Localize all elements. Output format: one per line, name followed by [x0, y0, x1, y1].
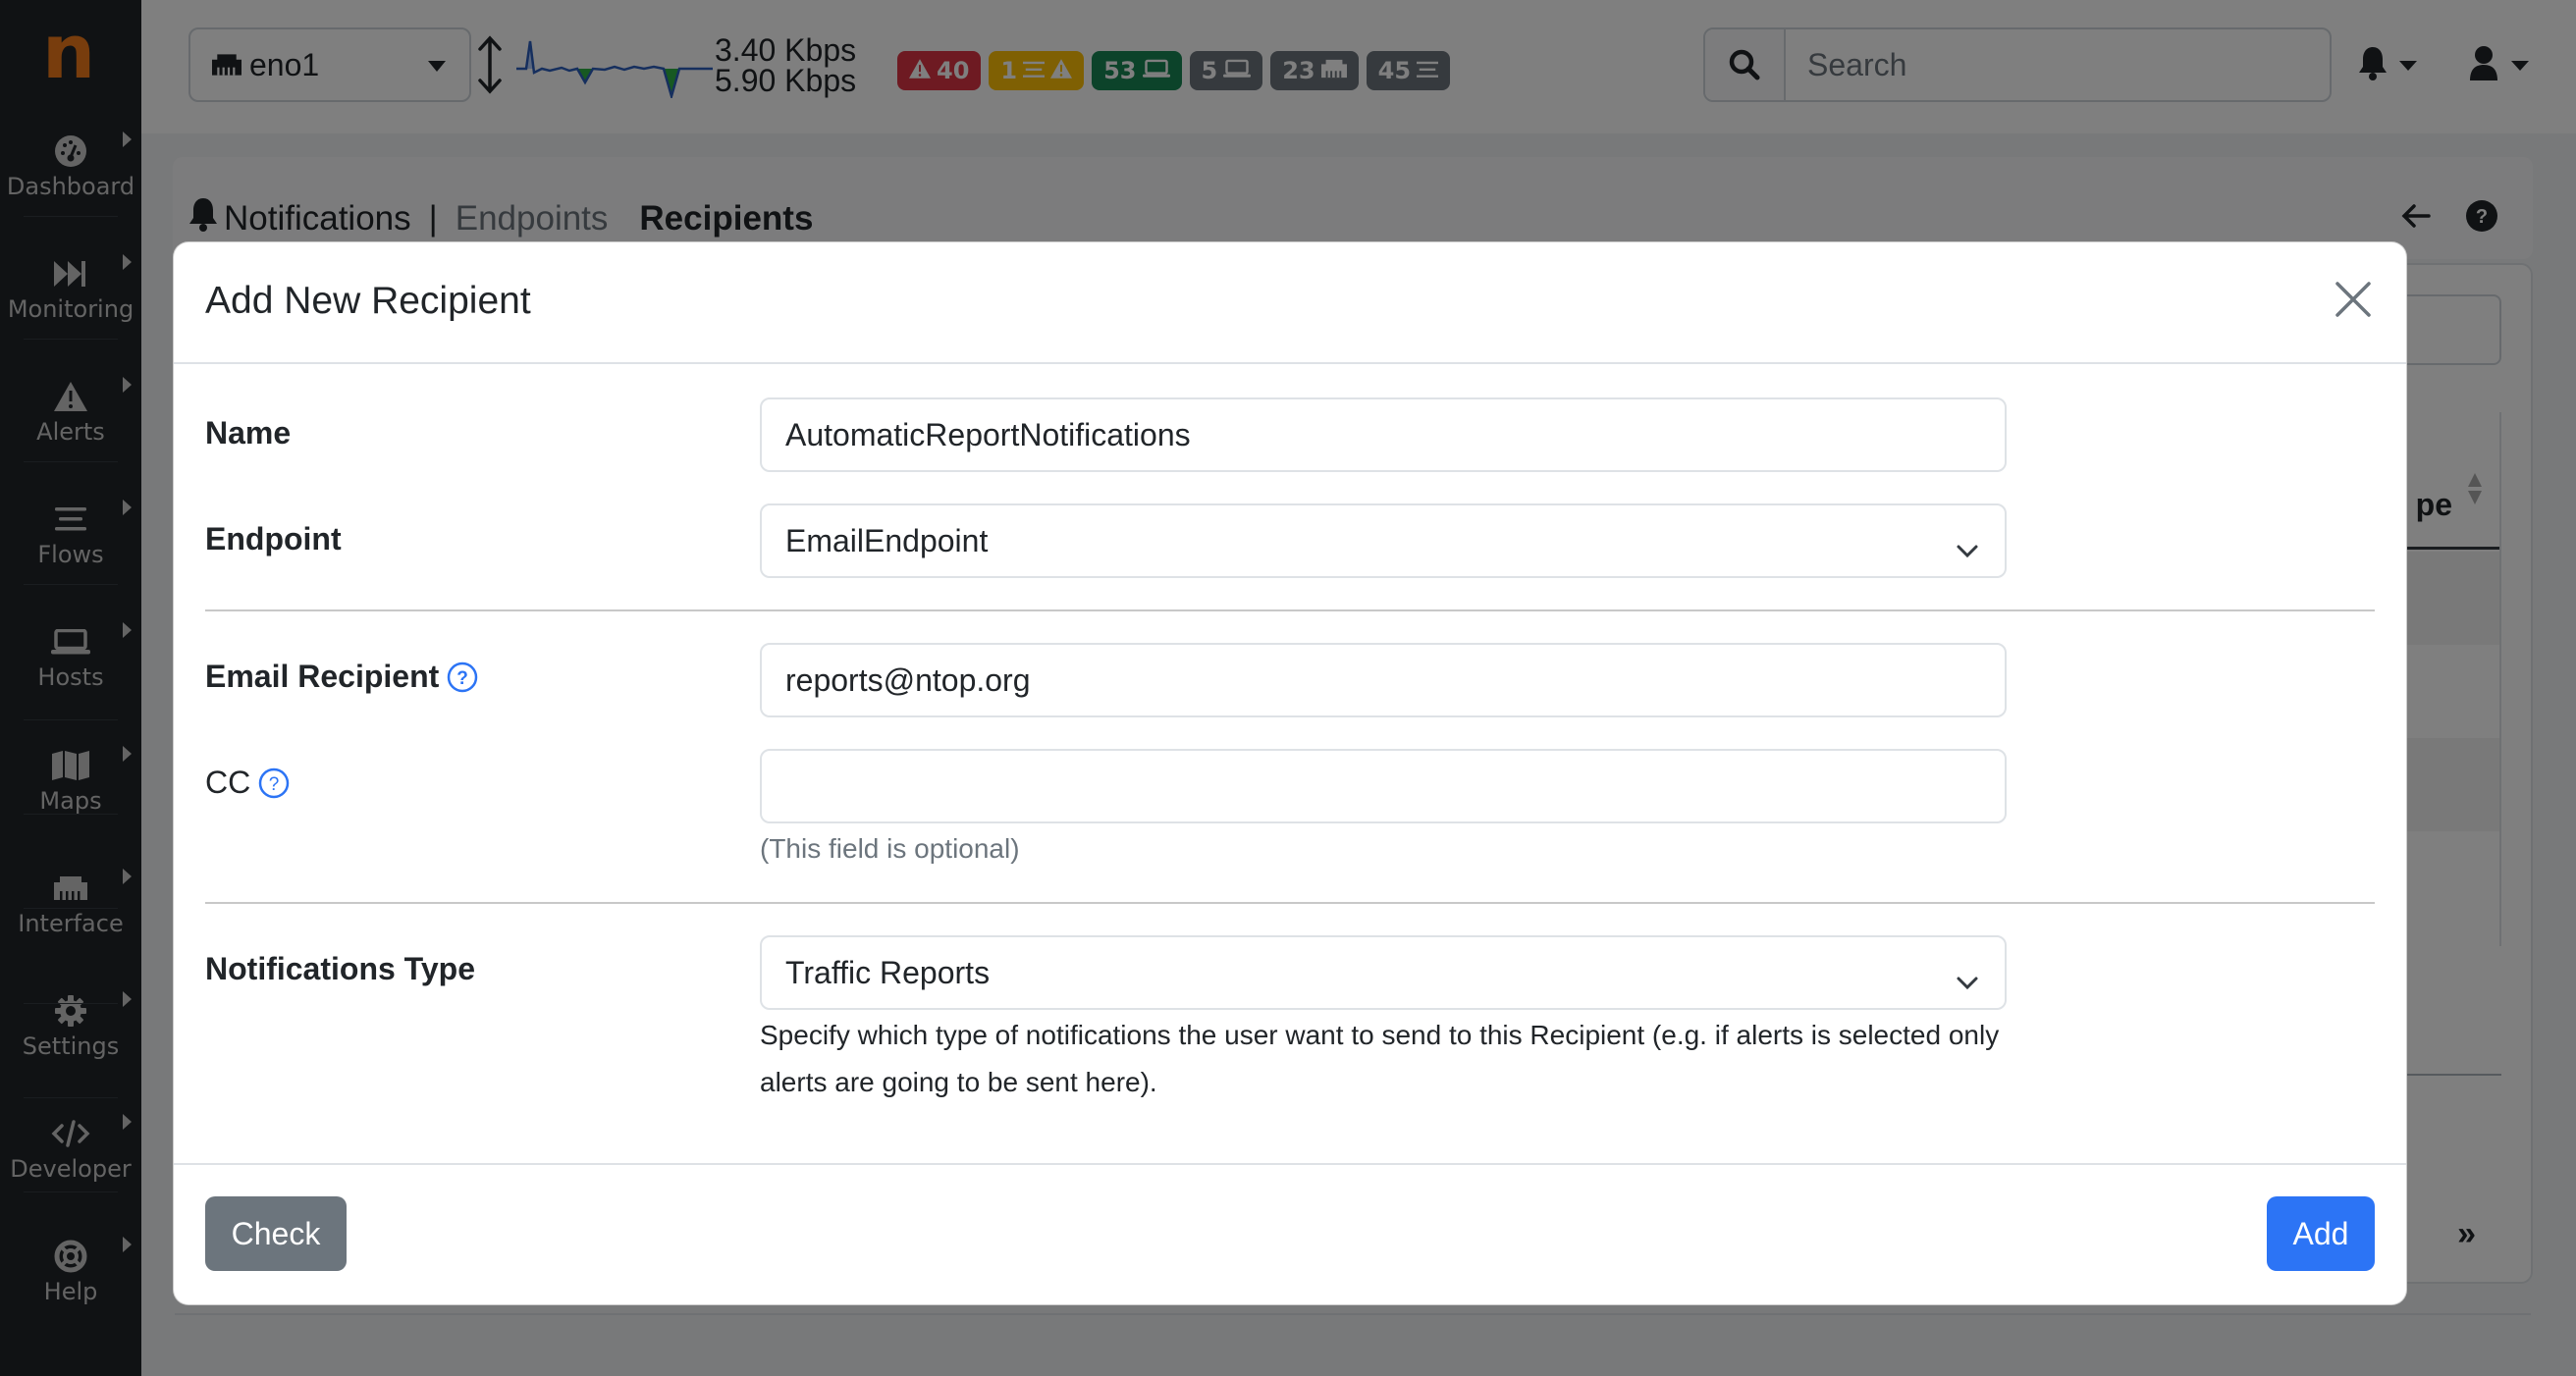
notifications-type-help: Specify which type of notifications the …: [760, 1020, 2000, 1097]
svg-text:?: ?: [456, 668, 468, 689]
chevron-down-icon: [1956, 531, 1979, 567]
email-recipient-input[interactable]: [785, 662, 1981, 699]
question-circle-icon[interactable]: ?: [447, 662, 478, 693]
name-field[interactable]: [760, 397, 2007, 472]
cc-label: CC ?: [205, 765, 290, 801]
cc-input[interactable]: [785, 767, 1981, 805]
close-button[interactable]: [2330, 276, 2377, 323]
email-recipient-label: Email Recipient ?: [205, 659, 478, 695]
endpoint-label-text: Endpoint: [205, 521, 342, 556]
endpoint-select[interactable]: EmailEndpoint: [760, 503, 2007, 578]
close-icon: [2335, 282, 2371, 317]
email-recipient-label-text: Email Recipient: [205, 659, 440, 694]
notifications-type-label: Notifications Type: [205, 951, 475, 987]
name-input[interactable]: [785, 416, 1981, 453]
name-label-text: Name: [205, 415, 292, 450]
notifications-type-label-text: Notifications Type: [205, 951, 475, 986]
cc-field[interactable]: [760, 749, 2007, 823]
modal-header: Add New Recipient: [174, 242, 2406, 364]
check-button[interactable]: Check: [205, 1196, 347, 1271]
chevron-down-icon: [1956, 963, 1979, 999]
add-button[interactable]: Add: [2267, 1196, 2375, 1271]
question-circle-icon[interactable]: ?: [258, 767, 290, 799]
notifications-type-select[interactable]: Traffic Reports: [760, 935, 2007, 1010]
section-divider: [205, 609, 2375, 611]
modal-title: Add New Recipient: [205, 280, 531, 322]
cc-optional-hint: (This field is optional): [760, 833, 1020, 864]
section-divider: [205, 902, 2375, 904]
notifications-type-selected-value: Traffic Reports: [785, 954, 991, 990]
modal-footer: Check Add: [174, 1163, 2406, 1304]
add-recipient-modal: Add New Recipient Name Endpoint EmailEnd…: [173, 241, 2407, 1305]
cc-label-text: CC: [205, 765, 251, 800]
email-recipient-field[interactable]: [760, 643, 2007, 717]
endpoint-selected-value: EmailEndpoint: [785, 522, 989, 558]
endpoint-label: Endpoint: [205, 521, 342, 557]
svg-text:?: ?: [269, 774, 280, 795]
name-label: Name: [205, 415, 291, 451]
